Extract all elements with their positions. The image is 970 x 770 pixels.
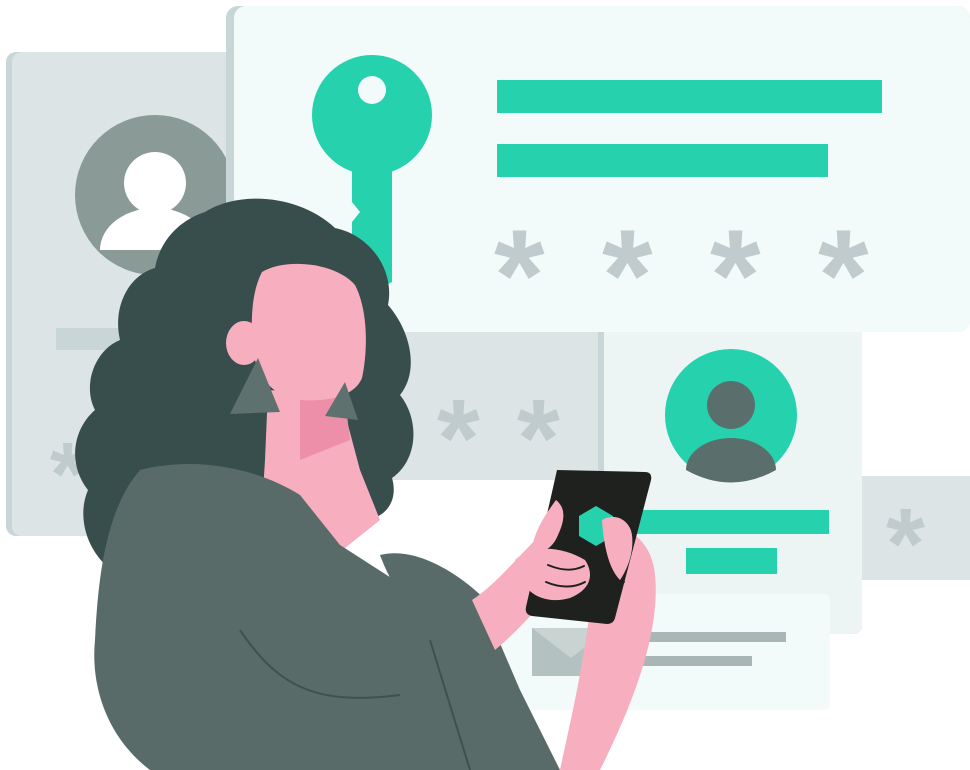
profile-name-bar [634,510,829,534]
face [251,263,366,401]
security-illustration: * * * * * * * * [6,6,970,770]
side-password-card: * [862,476,970,600]
asterisk-glyph: * [818,202,869,348]
login-field-bar [497,80,882,113]
asterisk-glyph: * [437,377,480,500]
asterisk-glyph: * [494,202,545,348]
asterisk-glyph: * [886,488,925,600]
ear [226,321,262,365]
illustration-stage: * * * * * * * * [0,0,970,770]
profile-button-bar [686,548,777,574]
asterisk-glyph: * [710,202,761,348]
password-field-bar [497,144,828,177]
asterisk-glyph: * [517,377,560,500]
asterisk-glyph: * [602,202,653,348]
